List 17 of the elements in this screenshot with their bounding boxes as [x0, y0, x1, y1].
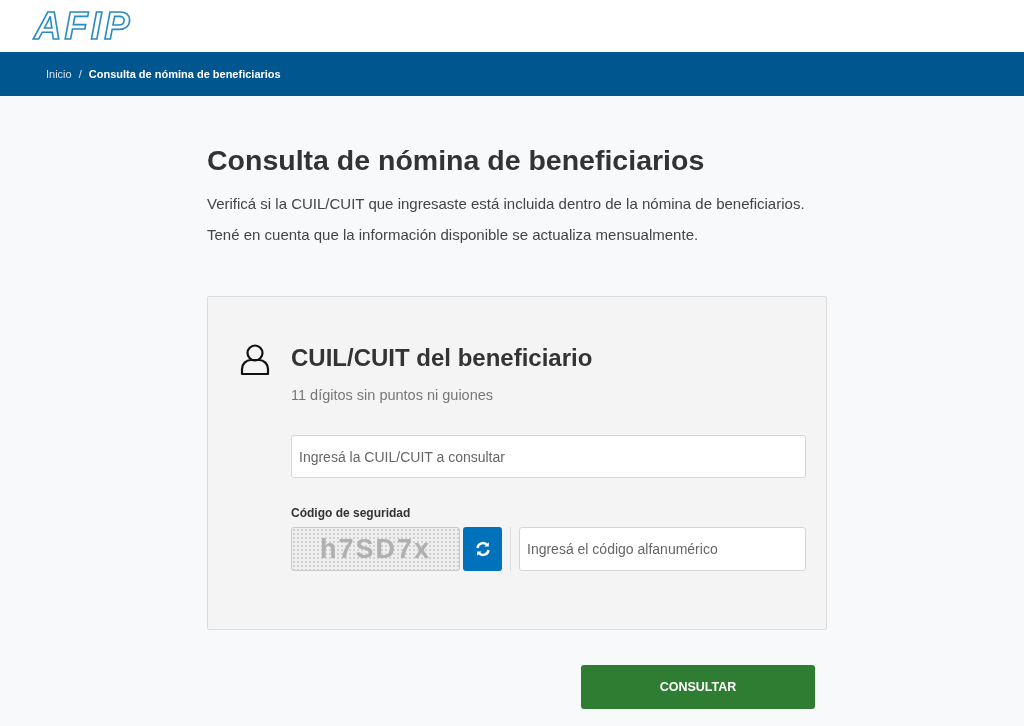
breadcrumb-separator: /: [78, 66, 82, 82]
form-heading: CUIL/CUIT del beneficiario: [291, 343, 594, 373]
page-title: Consulta de nómina de beneficiarios: [207, 143, 706, 178]
breadcrumb-current[interactable]: Consulta de nómina de beneficiarios: [88, 65, 281, 83]
hint-text: 11 dígitos sin puntos ni guiones: [291, 386, 495, 405]
captcha-input-field[interactable]: Ingresá el código alfanumérico: [519, 527, 806, 571]
user-icon: [240, 344, 270, 376]
refresh-icon: [474, 541, 491, 557]
description-text: Verificá si la CUIL/CUIT que ingresaste está incluida dentro de la nómina de beneficiarios.: [207, 194, 806, 214]
description-text: Tené en cuenta que la información disponible se actualiza mensualmente.: [207, 225, 700, 245]
refresh-captcha-button[interactable]: [463, 527, 502, 571]
captcha-label: Código de seguridad: [291, 505, 412, 521]
cuil-input-field[interactable]: Ingresá la CUIL/CUIT a consultar: [291, 435, 806, 478]
captcha-image: h7SD7x: [291, 527, 460, 571]
breadcrumb-link[interactable]: Inicio: [46, 65, 72, 83]
consultar-button[interactable]: CONSULTAR: [581, 665, 815, 709]
logo[interactable]: AFIP: [34, 7, 133, 45]
